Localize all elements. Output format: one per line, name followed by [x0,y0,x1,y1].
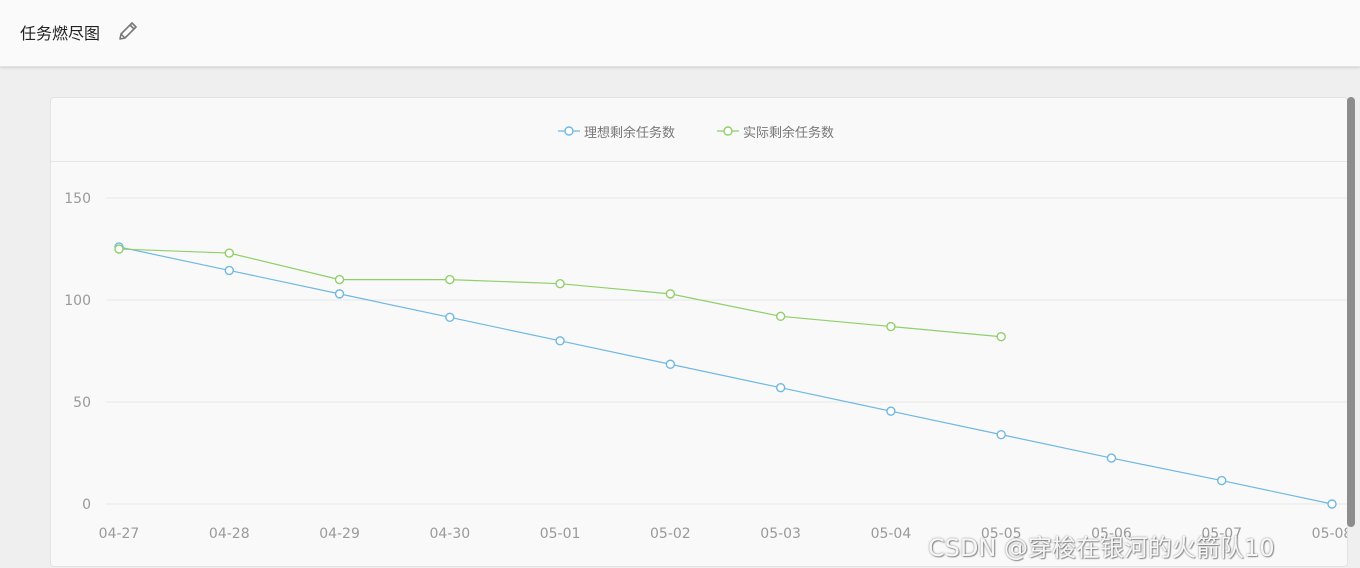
data-point-series-0 [1217,475,1227,486]
x-tick-label: 04-30 [429,526,470,542]
series-line-0 [118,246,1333,505]
x-tick-label: 05-01 [540,526,581,542]
data-point-series-1 [996,332,1006,342]
y-tick-label: 100 [64,293,91,309]
data-point-series-0 [1106,453,1117,463]
data-point-series-1 [775,311,786,322]
y-tick-label: 0 [82,497,91,513]
page-title: 任务燃尽图 [20,24,101,43]
y-tick-label: 50 [73,395,91,411]
vertical-scrollbar[interactable] [1347,97,1355,527]
data-point-series-1 [114,244,124,254]
data-point-series-0 [665,359,676,369]
data-point-series-1 [665,289,676,299]
data-point-series-0 [1327,499,1337,509]
x-tick-label: 05-04 [871,526,912,542]
y-tick-label: 150 [64,191,91,207]
x-tick-label: 04-27 [99,526,140,542]
data-point-series-0 [555,336,565,346]
data-point-series-0 [886,406,896,416]
data-point-series-0 [334,289,345,299]
x-tick-label: 05-08 [1312,526,1347,542]
header-bar: 任务燃尽图 [0,0,1360,67]
x-tick-label: 05-05 [981,526,1022,542]
x-tick-label: 05-06 [1091,526,1132,542]
data-point-series-0 [775,383,786,393]
x-tick-label: 04-29 [319,526,360,542]
x-tick-label: 05-03 [760,526,801,542]
data-point-series-1 [886,321,896,332]
data-point-series-1 [445,274,455,285]
x-tick-label: 05-07 [1201,526,1242,542]
chart-card: 理想剩余任务数 实际剩余任务数 0 50 100 150 04-27 04-28 04-29… [50,97,1348,567]
data-point-series-0 [224,265,234,276]
x-tick-label: 04-28 [209,526,250,542]
data-point-series-1 [334,274,345,285]
x-tick-label: 05-02 [650,526,691,542]
data-point-series-1 [555,278,565,289]
data-point-series-0 [445,312,455,323]
burndown-chart: 0 50 100 150 04-27 04-28 04-29 04-30 05-01 05-02 0… [64,191,1347,542]
pencil-icon[interactable] [116,19,140,43]
data-point-series-0 [996,429,1006,440]
series-line-1 [118,248,1002,338]
data-point-series-1 [224,248,234,258]
